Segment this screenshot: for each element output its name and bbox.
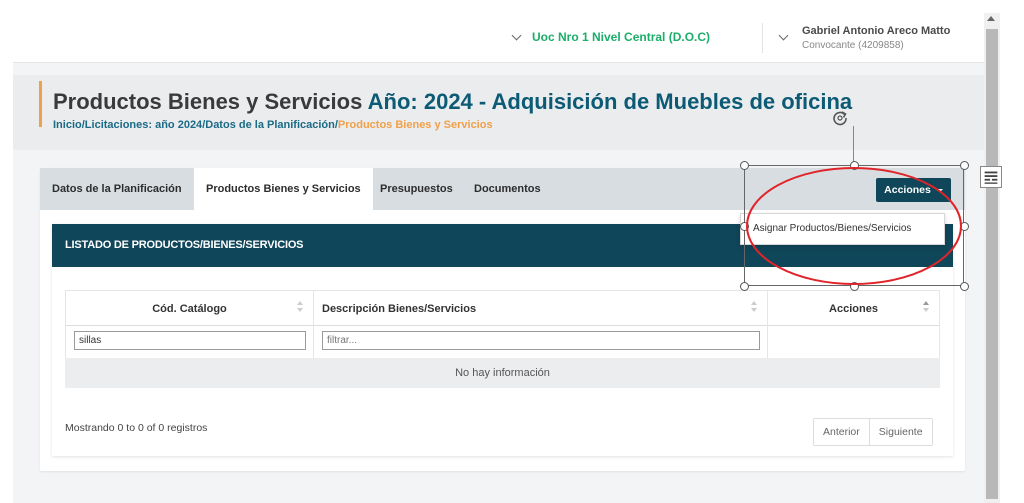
resize-handle[interactable] [740, 161, 749, 170]
tab-productos-bienes-servicios[interactable]: Productos Bienes y Servicios [194, 168, 373, 210]
breadcrumb-inicio[interactable]: Inicio [53, 119, 82, 131]
filter-cell-desc [313, 326, 767, 358]
breadcrumb-current: Productos Bienes y Servicios [337, 119, 493, 131]
header-divider [762, 23, 763, 53]
user-role: Convocante (4209858) [802, 40, 904, 51]
scroll-up-arrow-icon[interactable] [987, 16, 995, 21]
sort-icon [751, 301, 757, 315]
tab-bar: Datos de la Planificación Productos Bien… [40, 168, 965, 210]
column-header-label: Acciones [829, 303, 878, 315]
pagination: Anterior Siguiente [813, 418, 933, 446]
tab-datos-planificacion[interactable]: Datos de la Planificación [40, 168, 194, 210]
rotate-handle-stem [853, 126, 854, 164]
tab-presupuestos[interactable]: Presupuestos [368, 168, 465, 210]
page-title-year: Año: 2024 - Adquisición de Muebles de of… [367, 89, 853, 114]
menu-item-asignar-productos[interactable]: Asignar Productos/Bienes/Servicios [753, 223, 911, 234]
org-name: Uoc Nro 1 Nivel Central (D.O.C) [532, 30, 711, 44]
title-accent-bar [39, 81, 42, 127]
resize-handle[interactable] [850, 282, 859, 291]
empty-table-message: No hay información [65, 358, 940, 388]
page-title: Productos Bienes y Servicios Año: 2024 -… [53, 89, 852, 115]
breadcrumb: Inicio/Licitaciones: año 2024/Datos de l… [53, 119, 493, 131]
tab-documentos[interactable]: Documentos [462, 168, 553, 210]
sort-icon [923, 301, 929, 315]
column-header-label: Descripción Bienes/Servicios [322, 303, 477, 315]
caret-down-icon [936, 188, 943, 192]
column-header-label: Cód. Catálogo [152, 303, 227, 315]
filter-cell-acciones [767, 326, 940, 358]
org-selector[interactable]: Uoc Nro 1 Nivel Central (D.O.C) [511, 30, 711, 44]
pager-prev-button[interactable]: Anterior [814, 419, 869, 445]
acciones-dropdown-menu: Asignar Productos/Bienes/Servicios [740, 213, 945, 245]
breadcrumb-licitaciones[interactable]: Licitaciones: año 2024 [85, 119, 202, 131]
layout-options-icon[interactable] [980, 166, 1002, 188]
user-menu-chevron-icon[interactable] [778, 30, 789, 41]
filter-descripcion-input[interactable] [322, 331, 760, 350]
pager-next-button[interactable]: Siguiente [868, 419, 932, 445]
sort-icon [297, 301, 303, 315]
top-header: Uoc Nro 1 Nivel Central (D.O.C) Gabriel … [13, 13, 984, 63]
page-title-main: Productos Bienes y Servicios [53, 89, 363, 114]
filter-cod-catalogo-input[interactable] [74, 331, 306, 350]
filter-cell-cod [65, 326, 313, 358]
breadcrumb-datos[interactable]: Datos de la Planificación [205, 119, 335, 131]
resize-handle[interactable] [960, 222, 969, 231]
user-name[interactable]: Gabriel Antonio Areco Matto [802, 25, 950, 37]
listado-panel: LISTADO DE PRODUCTOS/BIENES/SERVICIOS Có… [52, 224, 953, 456]
rotate-handle-icon[interactable] [831, 109, 849, 127]
acciones-label: Acciones [884, 184, 931, 196]
scrollbar-thumb[interactable] [986, 29, 998, 499]
vertical-scrollbar[interactable] [984, 13, 1000, 503]
column-header-acciones[interactable]: Acciones [767, 290, 940, 326]
resize-handle[interactable] [740, 282, 749, 291]
records-info: Mostrando 0 to 0 of 0 registros [65, 422, 208, 434]
resize-handle[interactable] [960, 282, 969, 291]
column-header-cod-catalogo[interactable]: Cód. Catálogo [65, 290, 313, 326]
browser-viewport: Uoc Nro 1 Nivel Central (D.O.C) Gabriel … [13, 13, 984, 503]
chevron-down-icon [511, 30, 522, 41]
resize-handle[interactable] [960, 161, 969, 170]
acciones-button[interactable]: Acciones [876, 178, 951, 202]
resize-handle[interactable] [850, 161, 859, 170]
column-header-descripcion[interactable]: Descripción Bienes/Servicios [313, 290, 767, 326]
resize-handle[interactable] [740, 222, 749, 231]
